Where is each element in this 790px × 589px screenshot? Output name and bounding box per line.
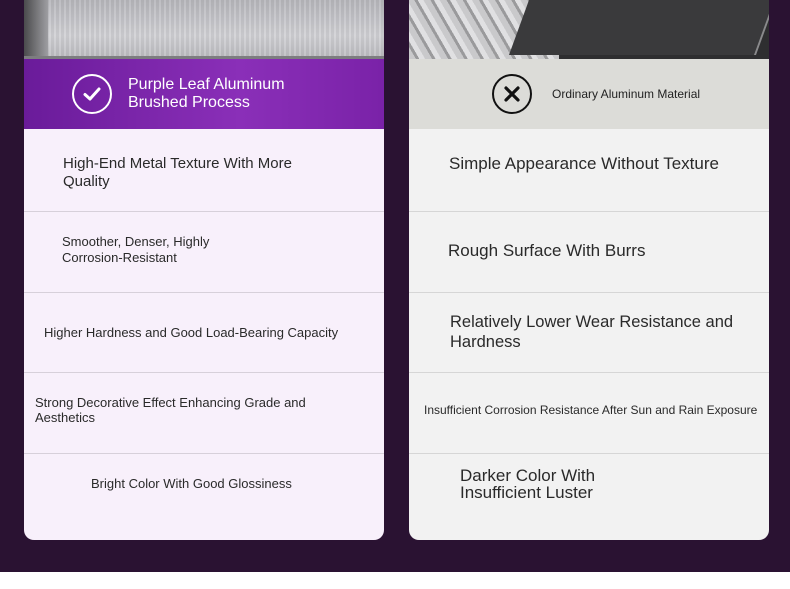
premium-material-card: Purple Leaf Aluminum Brushed Process Hig… bbox=[24, 0, 384, 540]
feature-text: Relatively Lower Wear Resistance and Har… bbox=[450, 313, 734, 351]
feature-text: Bright Color With Good Glossiness bbox=[91, 476, 292, 491]
ordinary-material-card: Ordinary Aluminum Material Simple Appear… bbox=[409, 0, 769, 540]
feature-row: Smoother, Denser, Highly Corrosion-Resis… bbox=[24, 212, 384, 293]
feature-text: Simple Appearance Without Texture bbox=[449, 154, 719, 173]
feature-text: Strong Decorative Effect Enhancing Grade… bbox=[35, 395, 306, 425]
feature-row: Rough Surface With Burrs bbox=[409, 212, 769, 293]
feature-row: Higher Hardness and Good Load-Bearing Ca… bbox=[24, 293, 384, 373]
premium-feature-list: High-End Metal Texture With More Quality… bbox=[24, 129, 384, 540]
feature-text: Higher Hardness and Good Load-Bearing Ca… bbox=[44, 325, 339, 340]
premium-card-title: Purple Leaf Aluminum Brushed Process bbox=[128, 76, 285, 111]
x-icon bbox=[492, 74, 532, 114]
feature-row: Insufficient Corrosion Resistance After … bbox=[409, 373, 769, 454]
check-icon bbox=[72, 74, 112, 114]
feature-text: Rough Surface With Burrs bbox=[448, 241, 646, 260]
brushed-aluminum-photo bbox=[24, 0, 384, 59]
feature-row: High-End Metal Texture With More Quality bbox=[24, 129, 384, 212]
feature-text: Insufficient Corrosion Resistance After … bbox=[424, 403, 758, 417]
feature-text: Smoother, Denser, Highly Corrosion-Resis… bbox=[62, 234, 210, 265]
premium-card-header: Purple Leaf Aluminum Brushed Process bbox=[24, 59, 384, 129]
feature-row: Darker Color With Insufficient Luster bbox=[409, 454, 769, 540]
ordinary-card-title: Ordinary Aluminum Material bbox=[552, 87, 701, 101]
photo-slab bbox=[508, 0, 769, 55]
comparison-section: Purple Leaf Aluminum Brushed Process Hig… bbox=[0, 0, 790, 572]
feature-text: High-End Metal Texture With More Quality bbox=[63, 155, 292, 190]
ordinary-card-header: Ordinary Aluminum Material bbox=[409, 59, 769, 129]
feature-row: Bright Color With Good Glossiness bbox=[24, 454, 384, 540]
photo-shadow bbox=[24, 0, 48, 59]
feature-row: Relatively Lower Wear Resistance and Har… bbox=[409, 293, 769, 373]
feature-text: Darker Color With Insufficient Luster bbox=[460, 466, 596, 502]
ordinary-feature-list: Simple Appearance Without Texture Rough … bbox=[409, 129, 769, 540]
feature-row: Simple Appearance Without Texture bbox=[409, 129, 769, 212]
feature-row: Strong Decorative Effect Enhancing Grade… bbox=[24, 373, 384, 454]
ordinary-aluminum-photo bbox=[409, 0, 769, 59]
